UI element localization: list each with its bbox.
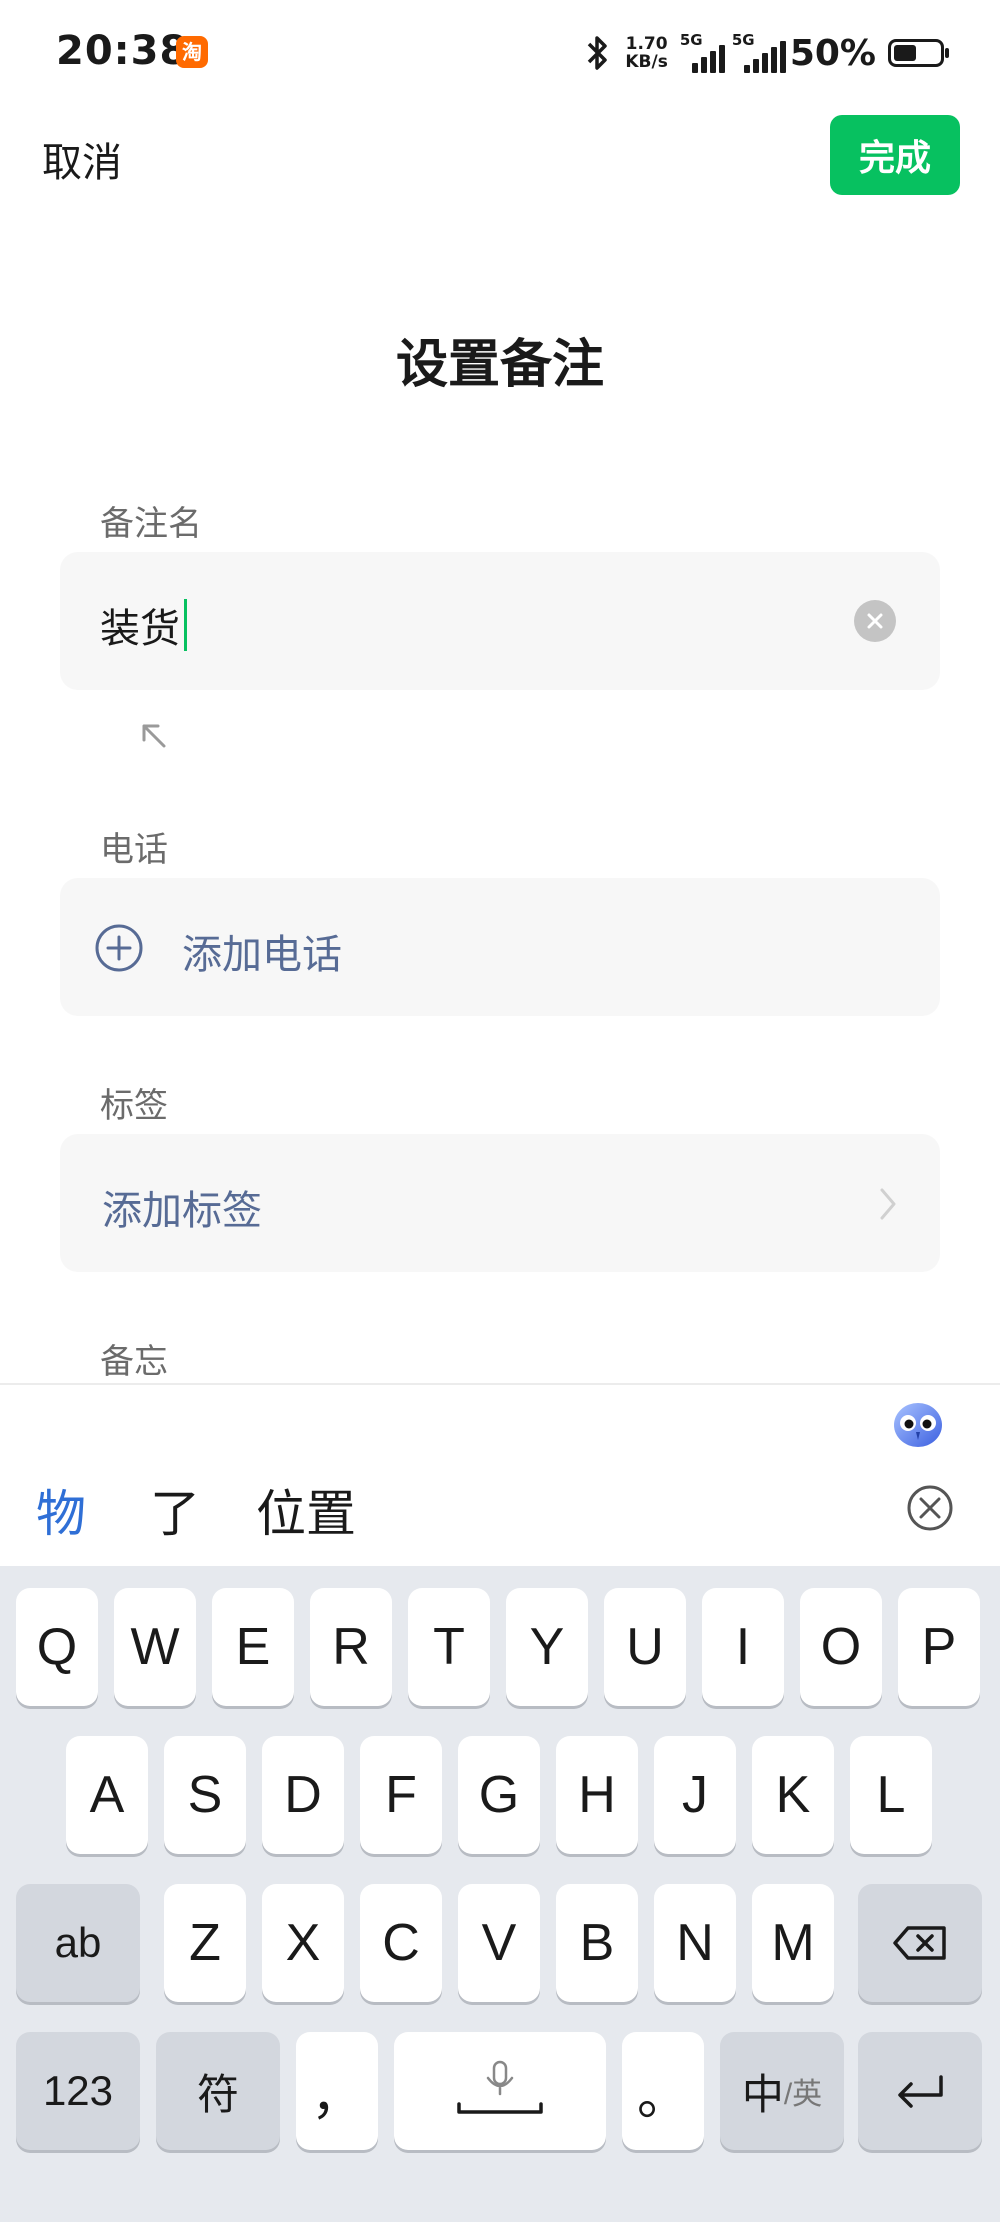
battery-percent: 50% xyxy=(789,32,876,74)
add-tag-label: 添加标签 xyxy=(102,1188,262,1234)
add-phone-label: 添加电话 xyxy=(182,932,342,978)
key-j[interactable]: J xyxy=(654,1736,736,1854)
add-tag-row[interactable]: 添加标签 xyxy=(60,1134,940,1272)
key-q[interactable]: Q xyxy=(16,1588,98,1706)
key-f[interactable]: F xyxy=(360,1736,442,1854)
candidate-1[interactable]: 物 xyxy=(36,1474,86,1546)
signal-sim1-icon: 5G xyxy=(679,31,725,73)
candidate-3[interactable]: 位置 xyxy=(256,1474,356,1546)
language-chinese-label: 中 xyxy=(741,2070,784,2118)
arrow-up-left-icon[interactable] xyxy=(134,716,174,756)
status-bar: 20:38 淘 1.70 KB/s 5G 5G 50% xyxy=(0,0,1000,105)
remark-name-label: 备注名 xyxy=(100,504,202,544)
candidate-2[interactable]: 了 xyxy=(150,1474,200,1546)
text-caret xyxy=(184,599,187,651)
key-c[interactable]: C xyxy=(360,1884,442,2002)
key-u[interactable]: U xyxy=(604,1588,686,1706)
sim2-network-type: 5G xyxy=(731,31,755,49)
page-title: 设置备注 xyxy=(395,335,604,395)
clear-input-button[interactable] xyxy=(854,600,896,642)
key-g[interactable]: G xyxy=(458,1736,540,1854)
key-y[interactable]: Y xyxy=(506,1588,588,1706)
period-key[interactable]: 。 xyxy=(622,2032,704,2150)
backspace-key[interactable] xyxy=(858,1884,982,2002)
candidate-bar: 物 了 位置 xyxy=(0,1430,1000,1566)
key-v[interactable]: V xyxy=(458,1884,540,2002)
enter-icon xyxy=(898,2075,943,2108)
key-i[interactable]: I xyxy=(702,1588,784,1706)
key-r[interactable]: R xyxy=(310,1588,392,1706)
language-switch-key[interactable]: 中/英 xyxy=(720,2032,844,2150)
keyboard-divider xyxy=(0,1383,1000,1385)
key-h[interactable]: H xyxy=(556,1736,638,1854)
numbers-key[interactable]: 123 xyxy=(16,2032,140,2150)
language-english-label: /英 xyxy=(783,2078,823,2111)
add-circle-icon xyxy=(95,924,143,972)
key-k[interactable]: K xyxy=(752,1736,834,1854)
space-key[interactable] xyxy=(394,2032,606,2150)
done-button[interactable]: 完成 xyxy=(830,115,960,195)
battery-icon xyxy=(888,39,949,67)
shift-ab-key[interactable]: ab xyxy=(16,1884,140,2002)
taobao-notification-icon: 淘 xyxy=(176,36,208,68)
remark-name-value: 装货 xyxy=(100,606,180,652)
key-z[interactable]: Z xyxy=(164,1884,246,2002)
remark-name-input[interactable]: 装货 xyxy=(60,552,940,690)
add-phone-row[interactable]: 添加电话 xyxy=(60,878,940,1016)
cancel-button[interactable]: 取消 xyxy=(42,130,122,188)
backspace-icon xyxy=(893,1926,946,1960)
bluetooth-icon xyxy=(588,36,608,70)
key-e[interactable]: E xyxy=(212,1588,294,1706)
status-time: 20:38 xyxy=(56,28,189,74)
phone-label: 电话 xyxy=(100,830,168,870)
sim1-network-type: 5G xyxy=(679,31,703,49)
key-t[interactable]: T xyxy=(408,1588,490,1706)
key-x[interactable]: X xyxy=(262,1884,344,2002)
space-voice-icon xyxy=(457,2060,543,2114)
key-p[interactable]: P xyxy=(898,1588,980,1706)
set-remark-screen: 20:38 淘 1.70 KB/s 5G 5G 50% 取消 完成 设置备注 备… xyxy=(0,0,1000,2222)
close-candidates-icon[interactable] xyxy=(906,1484,954,1532)
key-l[interactable]: L xyxy=(850,1736,932,1854)
tags-label: 标签 xyxy=(100,1086,168,1126)
key-a[interactable]: A xyxy=(66,1736,148,1854)
signal-sim2-icon: 5G xyxy=(731,31,786,73)
enter-key[interactable] xyxy=(858,2032,982,2150)
comma-key[interactable]: ， xyxy=(296,2032,378,2150)
memo-label: 备忘 xyxy=(100,1342,168,1382)
network-speed: 1.70 KB/s xyxy=(625,35,667,71)
key-b[interactable]: B xyxy=(556,1884,638,2002)
key-n[interactable]: N xyxy=(654,1884,736,2002)
key-w[interactable]: W xyxy=(114,1588,196,1706)
key-o[interactable]: O xyxy=(800,1588,882,1706)
key-m[interactable]: M xyxy=(752,1884,834,2002)
key-s[interactable]: S xyxy=(164,1736,246,1854)
network-speed-value: 1.70 xyxy=(625,34,668,54)
symbols-key[interactable]: 符 xyxy=(156,2032,280,2150)
key-d[interactable]: D xyxy=(262,1736,344,1854)
chevron-right-icon xyxy=(880,1188,896,1220)
network-speed-unit: KB/s xyxy=(625,52,668,72)
close-icon xyxy=(867,613,883,629)
keyboard: Q W E R T Y U I O P A S D F G H J K L ab… xyxy=(0,1566,1000,2222)
